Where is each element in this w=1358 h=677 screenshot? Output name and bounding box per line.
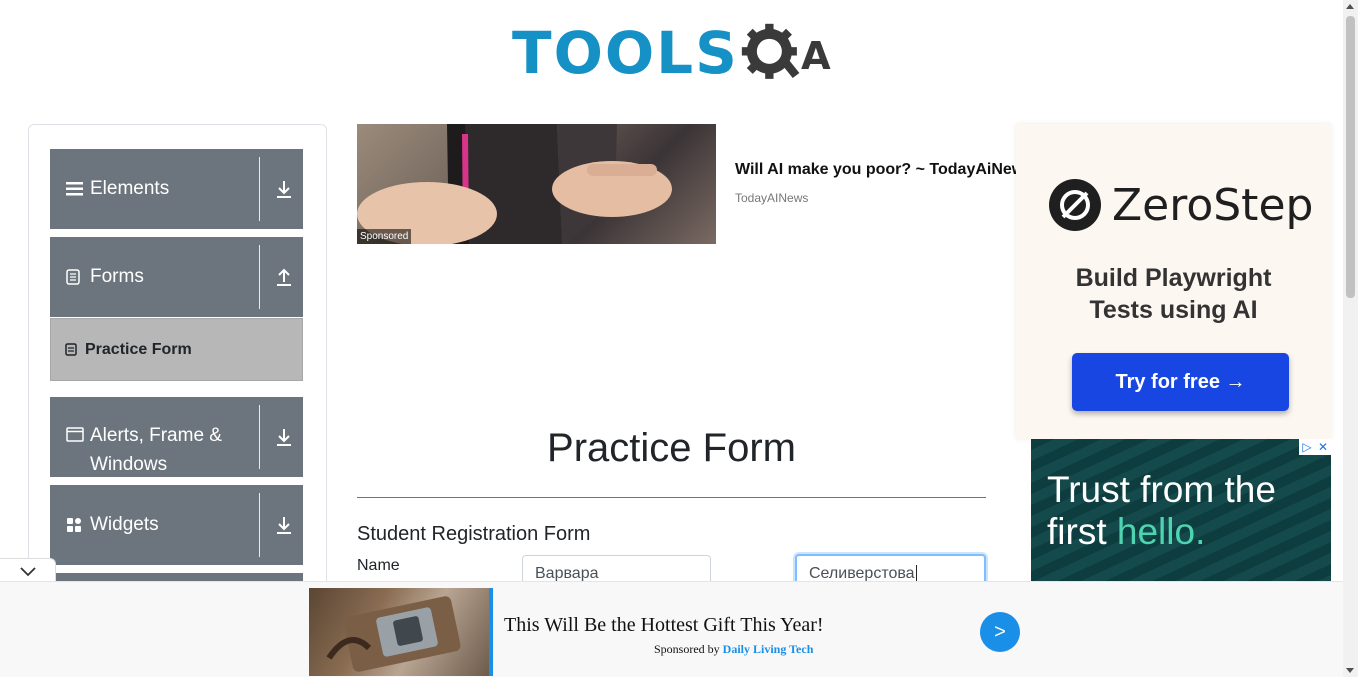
trust-text: first	[1047, 511, 1117, 552]
scroll-up-icon[interactable]	[1346, 4, 1354, 9]
sponsored-badge: Sponsored	[357, 229, 412, 244]
page-scrollbar[interactable]	[1343, 0, 1358, 677]
group-alerts-frame-windows[interactable]: Alerts, Frame & Windows	[50, 397, 303, 477]
tagline-line-1: Build Playwright	[1075, 264, 1272, 292]
bottom-ad-sponsor: Sponsored by Daily Living Tech	[654, 642, 813, 657]
left-panel: Elements Forms Practice Form Alerts, Fra…	[28, 124, 327, 613]
group-widgets[interactable]: Widgets	[50, 485, 303, 565]
page-title: Practice Form	[547, 426, 796, 470]
logo-suffix: A	[801, 34, 831, 79]
zerostep-logo-icon	[1049, 179, 1101, 231]
scroll-down-icon[interactable]	[1346, 668, 1354, 673]
sponsored-by-text: Sponsored by	[654, 642, 723, 656]
sidebar-item-label: Practice Form	[85, 340, 192, 358]
divider	[259, 405, 260, 469]
tagline: Build Playwright Tests using AI	[1016, 262, 1331, 326]
divider	[259, 245, 260, 309]
form-icon	[65, 343, 79, 356]
zerostep-brand: ZeroStep	[1048, 178, 1313, 232]
down-arrow-icon[interactable]	[275, 427, 293, 447]
group-forms[interactable]: Forms	[50, 237, 303, 317]
trust-line-1: Trust from the	[1047, 469, 1276, 510]
ad-headline-link[interactable]: Will AI make you poor? ~ TodayAiNews	[735, 161, 1017, 179]
down-arrow-icon[interactable]	[275, 515, 293, 535]
zerostep-ad[interactable]: ZeroStep Build Playwright Tests using AI…	[1016, 124, 1331, 439]
group-label: Forms	[90, 266, 144, 287]
title-divider	[357, 497, 986, 498]
tagline-line-2: Tests using AI	[1089, 296, 1258, 324]
window-icon	[66, 427, 84, 442]
hamburger-icon	[66, 181, 84, 197]
trust-hello: hello.	[1116, 511, 1206, 552]
group-label: Alerts, Frame & Windows	[90, 425, 222, 475]
sponsor-brand-link[interactable]: Daily Living Tech	[723, 642, 814, 656]
scroll-thumb[interactable]	[1346, 16, 1355, 298]
down-arrow-icon[interactable]	[275, 179, 293, 199]
sidebar-item-practice-form[interactable]: Practice Form	[50, 318, 303, 381]
bottom-banner-ad[interactable]: This Will Be the Hottest Gift This Year!…	[0, 581, 1343, 677]
form-subtitle: Student Registration Form	[357, 523, 591, 545]
group-label: Widgets	[90, 514, 159, 535]
bottom-ad-headline[interactable]: This Will Be the Hottest Gift This Year!	[504, 614, 824, 637]
adchoices-icon[interactable]: ▷	[1299, 439, 1315, 455]
chevron-down-icon	[19, 566, 36, 576]
divider	[259, 157, 260, 221]
up-arrow-icon[interactable]	[275, 267, 293, 287]
logo-text: TOOLS	[512, 19, 739, 87]
divider	[259, 493, 260, 557]
document-icon	[66, 269, 84, 285]
group-elements[interactable]: Elements	[50, 149, 303, 229]
product-photo	[326, 596, 461, 672]
group-label: Elements	[90, 178, 170, 199]
go-arrow-button[interactable]: >	[980, 612, 1020, 652]
trust-line-2: first hello.	[1047, 511, 1205, 553]
trust-ad[interactable]: Trust from the first hello. ▷ ✕	[1031, 439, 1331, 581]
try-for-free-button[interactable]: Try for free →	[1072, 353, 1289, 411]
wallet-photo	[357, 124, 672, 244]
toolsqa-logo[interactable]: TOOLS A	[512, 14, 836, 92]
wallet-product-image[interactable]	[309, 588, 493, 676]
ad-source[interactable]: TodayAINews	[735, 191, 808, 205]
page: TOOLS A Elements Forms Practice Form Ale…	[0, 0, 1358, 677]
gear-q-icon: A	[741, 23, 831, 79]
name-label: Name	[357, 557, 400, 574]
widgets-icon	[66, 517, 84, 533]
brand-name: ZeroStep	[1112, 179, 1314, 231]
close-ad-icon[interactable]: ✕	[1315, 439, 1331, 455]
sponsored-image[interactable]: Sponsored	[357, 124, 716, 244]
